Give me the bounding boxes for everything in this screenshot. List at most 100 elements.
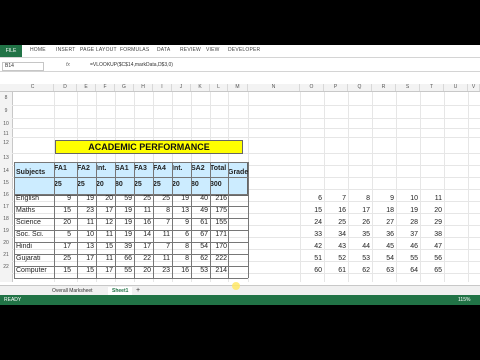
test-header[interactable]: SA1	[115, 165, 134, 172]
side-number-cell[interactable]: 45	[372, 243, 396, 250]
mark-cell[interactable]: 9	[54, 195, 73, 202]
row-header[interactable]: 15	[0, 180, 12, 186]
column-header[interactable]: F	[96, 84, 115, 91]
mark-cell[interactable]: 170	[210, 243, 229, 250]
side-number-cell[interactable]: 60	[300, 267, 324, 274]
side-number-cell[interactable]: 46	[396, 243, 420, 250]
mark-cell[interactable]: 17	[134, 243, 153, 250]
mark-cell[interactable]: 11	[96, 231, 115, 238]
mark-cell[interactable]: 14	[134, 231, 153, 238]
mark-cell[interactable]: 19	[115, 207, 134, 214]
side-number-cell[interactable]: 63	[372, 267, 396, 274]
side-number-cell[interactable]: 28	[396, 219, 420, 226]
tab-page-layout[interactable]: PAGE LAYOUT	[80, 47, 117, 53]
side-number-cell[interactable]: 19	[396, 207, 420, 214]
side-number-cell[interactable]: 37	[396, 231, 420, 238]
side-number-cell[interactable]: 20	[420, 207, 444, 214]
tab-developer[interactable]: DEVELOPER	[228, 47, 260, 53]
max-marks[interactable]: 25	[134, 181, 153, 188]
mark-cell[interactable]: 15	[77, 267, 96, 274]
test-header[interactable]: FA2	[77, 165, 96, 172]
side-number-cell[interactable]: 43	[324, 243, 348, 250]
side-number-cell[interactable]: 9	[372, 195, 396, 202]
side-number-cell[interactable]: 17	[348, 207, 372, 214]
side-number-cell[interactable]: 54	[372, 255, 396, 262]
column-header[interactable]: O	[300, 84, 324, 91]
column-header[interactable]: L	[210, 84, 228, 91]
side-number-cell[interactable]: 64	[396, 267, 420, 274]
mark-cell[interactable]: 17	[54, 243, 73, 250]
mark-cell[interactable]: 61	[191, 219, 210, 226]
side-number-cell[interactable]: 62	[348, 267, 372, 274]
test-header[interactable]: Int.	[96, 165, 115, 172]
mark-cell[interactable]: 175	[210, 207, 229, 214]
mark-cell[interactable]: 11	[153, 231, 172, 238]
row-header[interactable]: 20	[0, 240, 12, 246]
mark-cell[interactable]: 16	[134, 219, 153, 226]
max-marks[interactable]: 25	[54, 181, 73, 188]
mark-cell[interactable]: 22	[134, 255, 153, 262]
add-sheet-icon[interactable]: +	[132, 287, 144, 295]
test-header[interactable]: SA2	[191, 165, 210, 172]
mark-cell[interactable]: 55	[115, 267, 134, 274]
tab-view[interactable]: VIEW	[206, 47, 220, 53]
mark-cell[interactable]: 20	[96, 195, 115, 202]
sheet-title[interactable]: ACADEMIC PERFORMANCE	[55, 140, 243, 154]
test-header[interactable]: FA1	[54, 165, 73, 172]
row-header[interactable]: 10	[0, 121, 12, 127]
side-number-cell[interactable]: 35	[348, 231, 372, 238]
mark-cell[interactable]: 17	[96, 267, 115, 274]
mark-cell[interactable]: 39	[115, 243, 134, 250]
column-header[interactable]: C	[12, 84, 54, 91]
mark-cell[interactable]: 9	[172, 219, 191, 226]
side-number-cell[interactable]: 61	[324, 267, 348, 274]
mark-cell[interactable]: 19	[115, 219, 134, 226]
row-header[interactable]: 18	[0, 216, 12, 222]
mark-cell[interactable]: 19	[172, 195, 191, 202]
subject-cell[interactable]: English	[16, 195, 54, 202]
column-header[interactable]: I	[153, 84, 172, 91]
mark-cell[interactable]: 13	[77, 243, 96, 250]
mark-cell[interactable]: 5	[54, 231, 73, 238]
side-number-cell[interactable]: 65	[420, 267, 444, 274]
side-number-cell[interactable]: 27	[372, 219, 396, 226]
mark-cell[interactable]: 8	[153, 207, 172, 214]
column-header[interactable]: K	[191, 84, 210, 91]
mark-cell[interactable]: 17	[77, 255, 96, 262]
side-number-cell[interactable]: 55	[396, 255, 420, 262]
tab-formulas[interactable]: FORMULAS	[120, 47, 149, 53]
name-box[interactable]: B14	[2, 62, 44, 71]
column-header[interactable]: V	[468, 84, 480, 91]
row-header[interactable]: 16	[0, 192, 12, 198]
mark-cell[interactable]: 15	[96, 243, 115, 250]
row-header[interactable]: 19	[0, 228, 12, 234]
column-header[interactable]: D	[54, 84, 77, 91]
row-header[interactable]: 17	[0, 204, 12, 210]
tab-file[interactable]: FILE	[0, 45, 22, 57]
mark-cell[interactable]: 23	[153, 267, 172, 274]
row-header[interactable]: 22	[0, 264, 12, 270]
side-number-cell[interactable]: 26	[348, 219, 372, 226]
column-header[interactable]: N	[248, 84, 300, 91]
mark-cell[interactable]: 7	[153, 243, 172, 250]
subject-cell[interactable]: Soc. Sci.	[16, 231, 54, 238]
mark-cell[interactable]: 155	[210, 219, 229, 226]
mark-cell[interactable]: 49	[191, 207, 210, 214]
mark-cell[interactable]: 6	[172, 231, 191, 238]
fx-icon[interactable]: fx	[66, 62, 70, 68]
side-number-cell[interactable]: 6	[300, 195, 324, 202]
column-header[interactable]: E	[77, 84, 96, 91]
zoom-level[interactable]: 115%	[458, 297, 470, 303]
side-number-cell[interactable]: 33	[300, 231, 324, 238]
mark-cell[interactable]: 20	[54, 219, 73, 226]
tab-insert[interactable]: INSERT	[56, 47, 75, 53]
mark-cell[interactable]: 15	[54, 267, 73, 274]
side-number-cell[interactable]: 18	[372, 207, 396, 214]
row-header[interactable]: 11	[0, 131, 12, 137]
mark-cell[interactable]: 53	[191, 267, 210, 274]
subjects-header[interactable]: Subjects	[16, 169, 54, 176]
column-header[interactable]: M	[228, 84, 248, 91]
side-number-cell[interactable]: 42	[300, 243, 324, 250]
mark-cell[interactable]: 13	[172, 207, 191, 214]
max-marks[interactable]: 20	[96, 181, 115, 188]
